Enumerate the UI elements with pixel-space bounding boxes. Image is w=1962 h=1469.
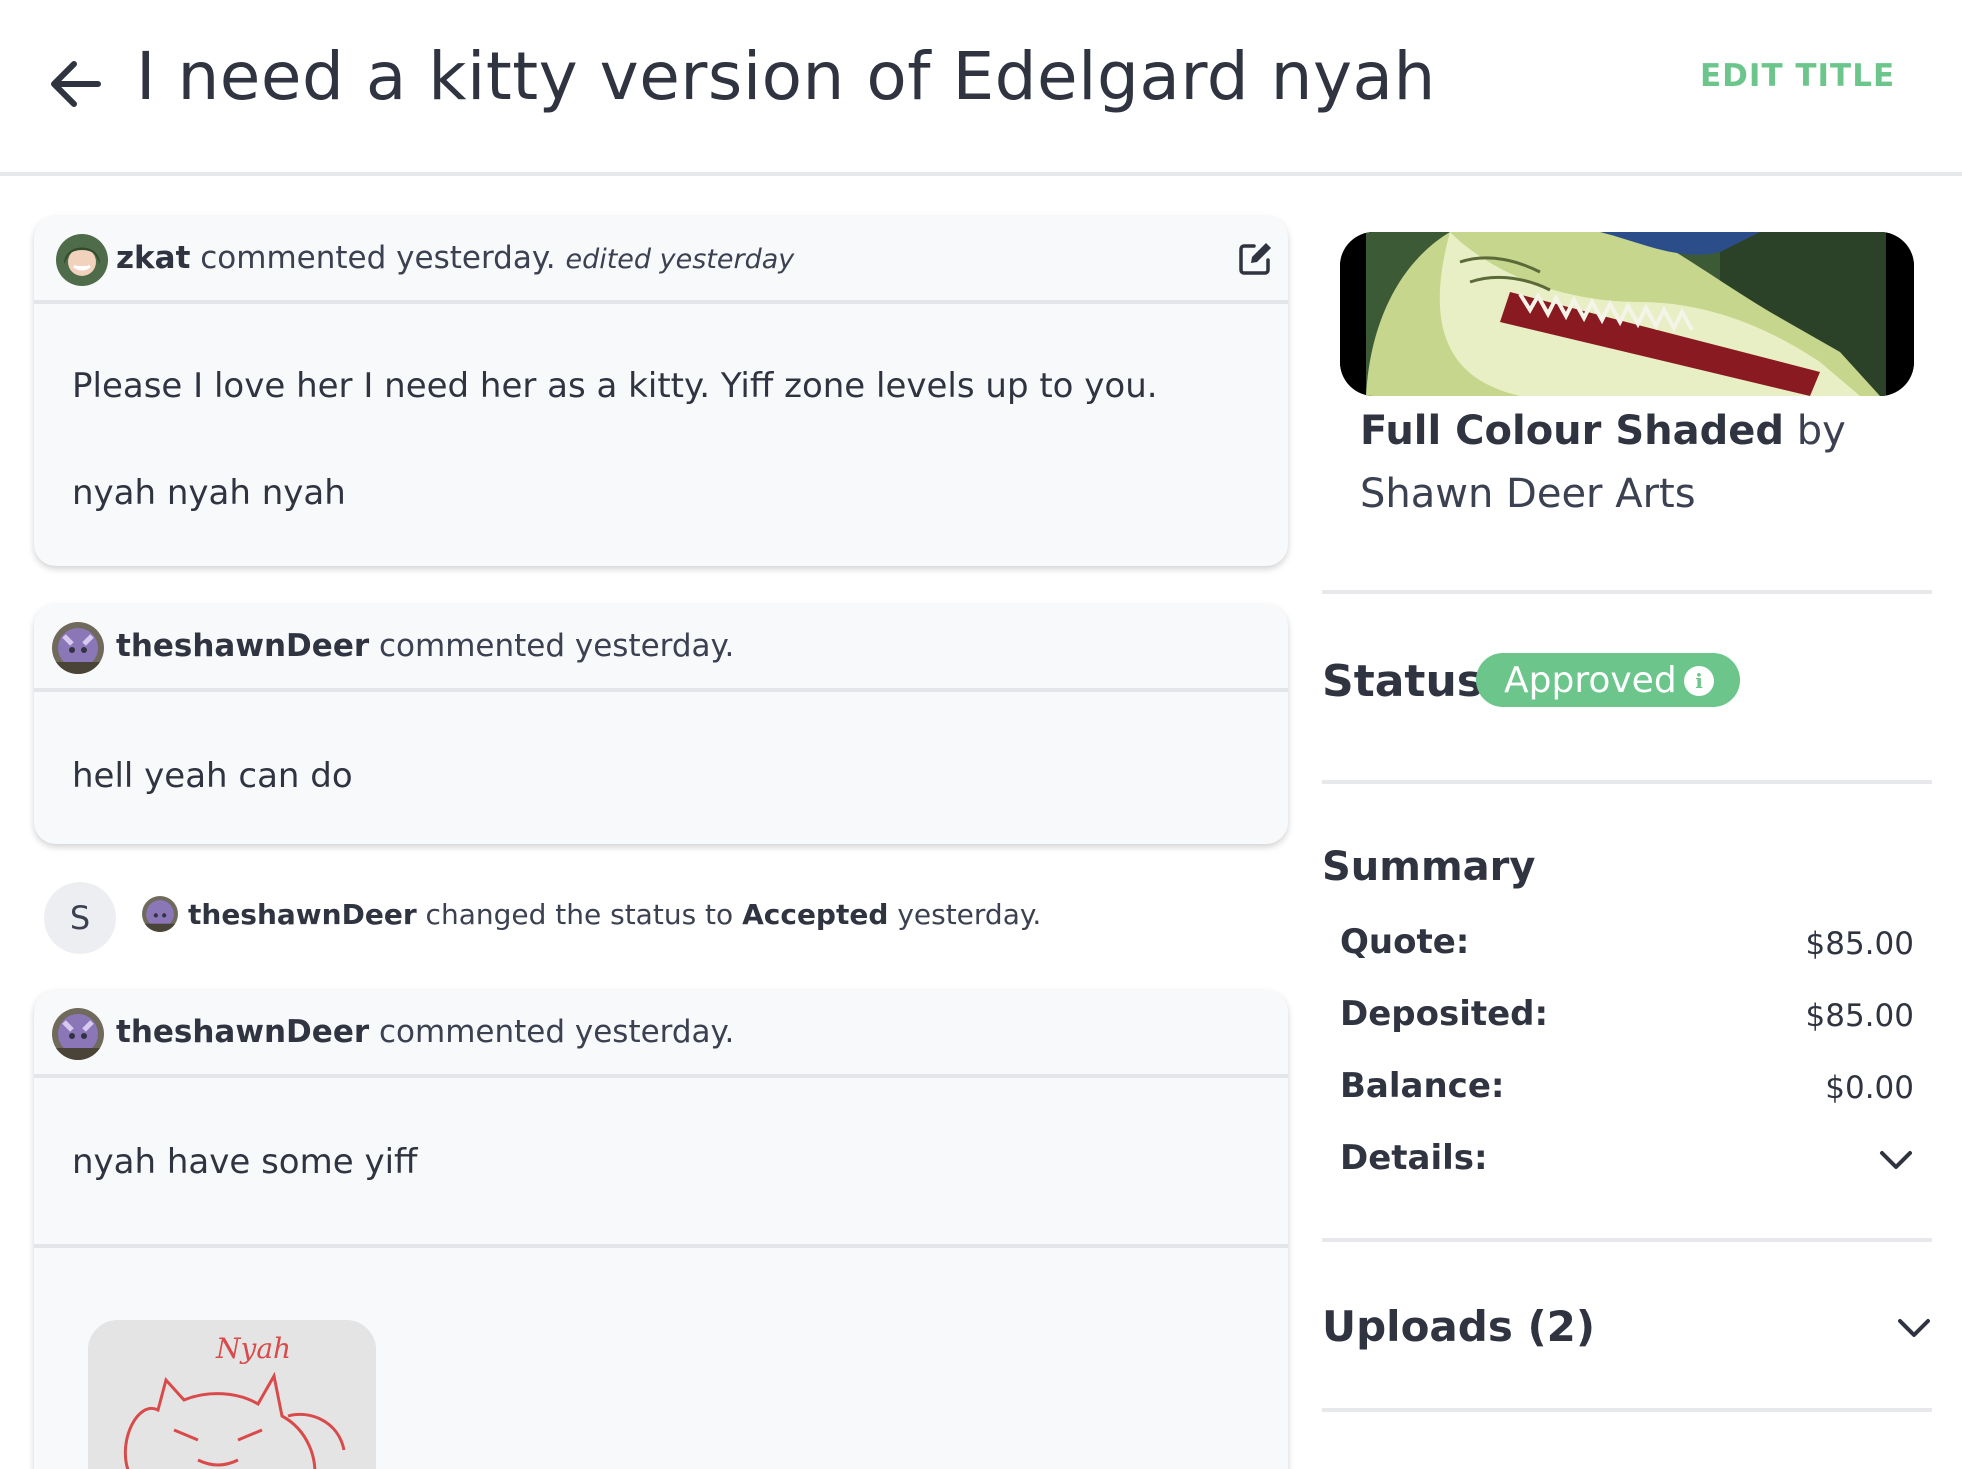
comment-body: Please I love her I need her as a kitty.… <box>34 366 1288 514</box>
comment-body: nyah have some yiff <box>34 1078 1288 1248</box>
comment-author[interactable]: theshawnDeer <box>116 628 369 664</box>
status-badge[interactable]: Approved i <box>1476 653 1740 707</box>
event-action: changed the status to <box>425 898 734 931</box>
avatar[interactable] <box>56 234 108 286</box>
page-title: I need a kitty version of Edelgard nyah <box>136 38 1436 115</box>
product-name: Full Colour Shaded by Shawn Deer Arts <box>1360 400 1920 526</box>
comment-paragraph: nyah have some yiff <box>72 1142 418 1182</box>
comment-meta: theshawnDeer commented yesterday. <box>116 628 734 664</box>
uploads-title[interactable]: Uploads (2) <box>1322 1302 1595 1351</box>
attachment-thumbnail[interactable]: Nyah <box>88 1320 376 1469</box>
comment-action: commented yesterday. <box>200 240 556 276</box>
status-value: Approved <box>1504 659 1677 701</box>
status-label: Status: <box>1322 656 1501 707</box>
event-avatar: S <box>44 882 116 954</box>
summary-row-quote: Quote: $85.00 <box>1340 922 1914 972</box>
arrow-left-icon[interactable] <box>46 56 106 112</box>
attachment-caption: Nyah <box>215 1332 291 1365</box>
comment-meta: zkat commented yesterday. edited yesterd… <box>116 240 794 276</box>
summary-row-deposited: Deposited: $85.00 <box>1340 994 1914 1044</box>
event-author[interactable]: theshawnDeer <box>188 898 417 931</box>
summary-row-balance: Balance: $0.00 <box>1340 1066 1914 1116</box>
summary-value: $0.00 <box>1825 1070 1914 1106</box>
avatar[interactable] <box>52 1008 104 1060</box>
summary-row-details[interactable]: Details: <box>1340 1138 1914 1188</box>
comment-author[interactable]: zkat <box>116 240 190 276</box>
divider <box>1322 1408 1932 1412</box>
event-text: theshawnDeer changed the status to Accep… <box>188 898 1041 931</box>
event-time: yesterday. <box>897 898 1042 931</box>
avatar[interactable] <box>142 896 178 932</box>
comment-header: theshawnDeer commented yesterday. <box>34 990 1288 1078</box>
comment-header: zkat commented yesterday. edited yesterd… <box>34 216 1288 304</box>
comment-meta: theshawnDeer commented yesterday. <box>116 1014 734 1050</box>
summary-title: Summary <box>1322 844 1536 890</box>
info-icon[interactable]: i <box>1684 666 1714 696</box>
event-status: Accepted <box>742 898 889 931</box>
comment-card: theshawnDeer commented yesterday. hell y… <box>34 604 1288 844</box>
divider <box>1322 1238 1932 1242</box>
comment-paragraph: nyah nyah nyah <box>72 472 346 513</box>
divider <box>1322 590 1932 594</box>
avatar[interactable] <box>52 622 104 674</box>
summary-label: Deposited: <box>1340 994 1549 1034</box>
comment-author[interactable]: theshawnDeer <box>116 1014 369 1050</box>
summary-label: Details: <box>1340 1138 1488 1178</box>
chevron-down-icon[interactable] <box>1896 1316 1932 1340</box>
divider <box>1322 780 1932 784</box>
comment-paragraph: Please I love her I need her as a kitty.… <box>72 366 1158 406</box>
comment-action: commented yesterday. <box>379 628 735 664</box>
summary-label: Balance: <box>1340 1066 1505 1106</box>
product-title[interactable]: Full Colour Shaded <box>1360 408 1784 454</box>
edit-title-button[interactable]: EDIT TITLE <box>1700 58 1895 94</box>
comment-card: zkat commented yesterday. edited yesterd… <box>34 216 1288 566</box>
pencil-square-icon[interactable] <box>1238 240 1274 276</box>
comment-body: hell yeah can do <box>34 756 1288 797</box>
summary-label: Quote: <box>1340 922 1470 962</box>
chevron-down-icon[interactable] <box>1878 1148 1914 1172</box>
comment-header: theshawnDeer commented yesterday. <box>34 604 1288 692</box>
summary-value: $85.00 <box>1805 998 1914 1034</box>
status-change-event: S theshawnDeer changed the status to Acc… <box>44 882 1274 954</box>
product-image[interactable] <box>1340 232 1914 396</box>
comment-paragraph: hell yeah can do <box>72 756 353 796</box>
summary-value: $85.00 <box>1805 926 1914 962</box>
page-header: I need a kitty version of Edelgard nyah … <box>0 0 1962 176</box>
edited-note: edited yesterday <box>565 244 795 275</box>
comment-action: commented yesterday. <box>379 1014 735 1050</box>
